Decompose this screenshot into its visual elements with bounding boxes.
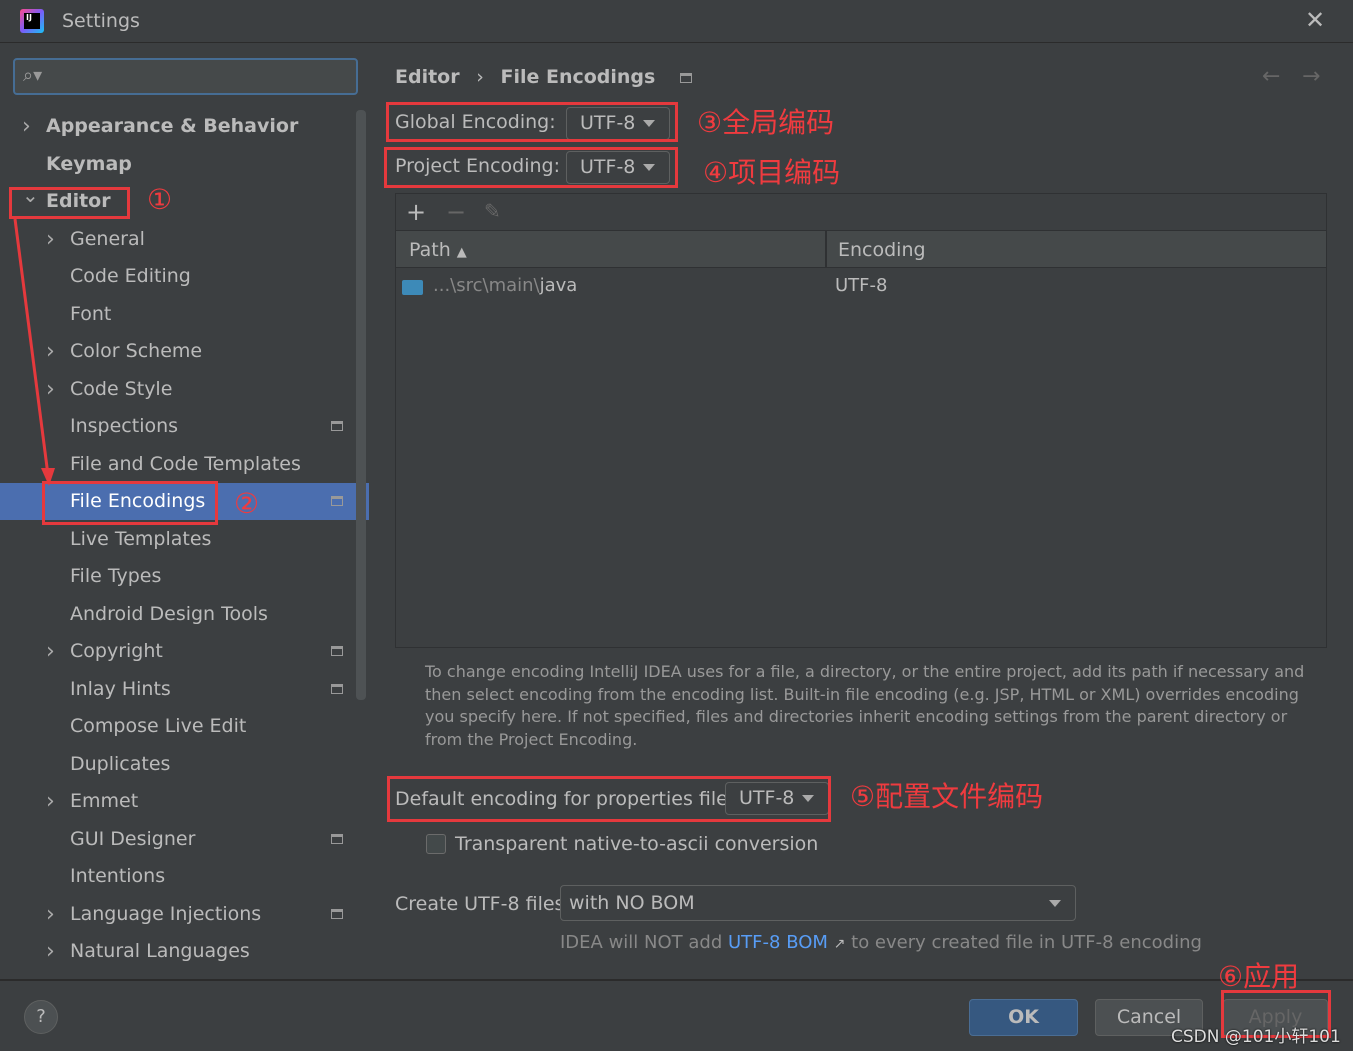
watermark: CSDN @101小轩101 (1171, 1027, 1341, 1047)
annotation-6: ⑥应用 (1218, 960, 1300, 993)
annotation-5: ⑤配置文件编码 (850, 780, 1044, 813)
annotation-4: ④项目编码 (703, 156, 841, 189)
annotation-1: ① (147, 183, 173, 216)
annotation-3: ③全局编码 (697, 106, 835, 139)
annotation-arrow (13, 218, 55, 486)
annotation-2: ② (234, 487, 260, 520)
